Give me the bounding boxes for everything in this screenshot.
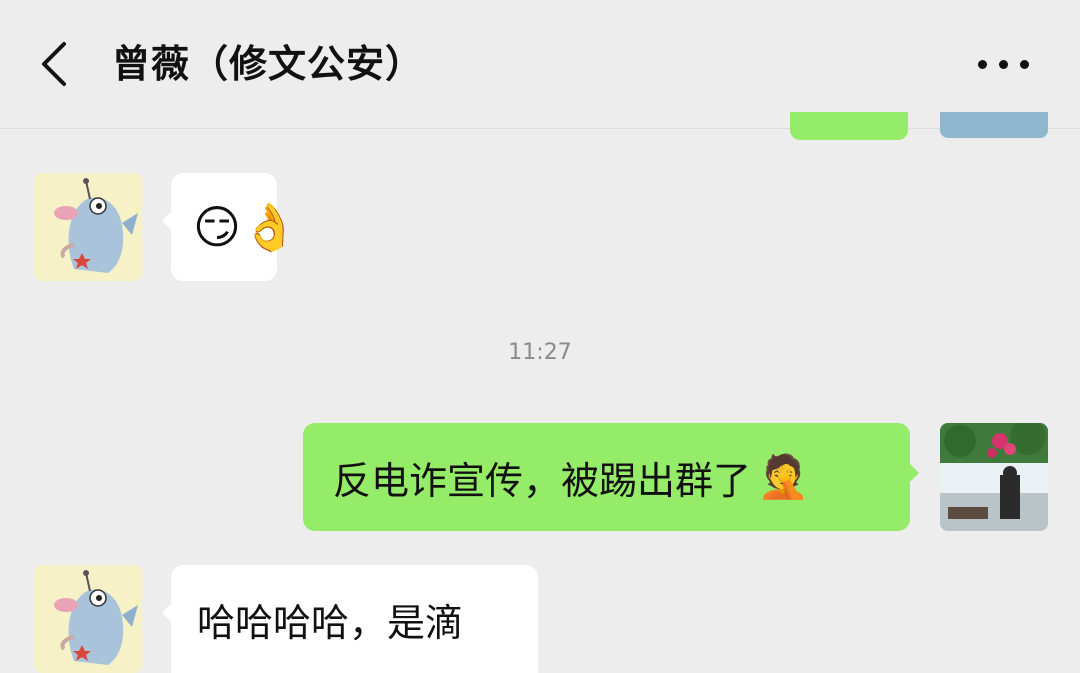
my-avatar[interactable] (940, 423, 1048, 531)
more-options-button[interactable] (970, 46, 1036, 82)
cartoon-fish-avatar-icon (34, 173, 142, 281)
cartoon-fish-avatar-icon (34, 565, 142, 673)
chat-title: 曾薇（修文公安） (112, 42, 425, 86)
message-timestamp: 11:27 (508, 340, 572, 365)
more-dots-icon (978, 60, 987, 69)
photo-avatar-icon (940, 423, 1048, 531)
smirk-ok-emoji: 😏👌 (193, 199, 299, 254)
chevron-left-icon (42, 42, 66, 86)
contact-avatar[interactable] (34, 173, 142, 281)
back-button[interactable] (30, 38, 80, 90)
contact-emoji-bubble[interactable]: 😏👌 (162, 173, 298, 281)
chat-header: 曾薇（修文公安） (0, 0, 1080, 129)
my-avatar-partial[interactable] (940, 112, 1048, 138)
my-message-text: 反电诈宣传，被踢出群了 (333, 458, 752, 503)
previous-message-bubble[interactable] (790, 112, 908, 140)
contact-message-bubble[interactable]: 哈哈哈哈，是滴 (162, 565, 538, 673)
contact-message-text: 哈哈哈哈，是滴 (197, 600, 464, 645)
contact-avatar[interactable] (34, 565, 142, 673)
facepalm-emoji: 🤦 (757, 452, 810, 501)
my-message-bubble[interactable]: 反电诈宣传，被踢出群了 🤦 (303, 423, 919, 531)
